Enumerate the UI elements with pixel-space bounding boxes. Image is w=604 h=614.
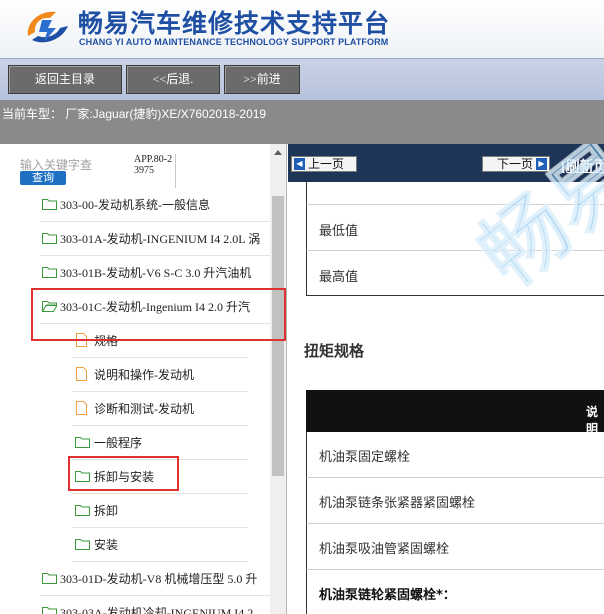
tree-item[interactable]: 拆卸: [0, 494, 270, 528]
prev-page-button[interactable]: ◀ 上一页: [291, 156, 357, 172]
forward-button[interactable]: >>前进: [224, 65, 300, 94]
folder-icon: [42, 199, 57, 210]
tree-item[interactable]: 说明和操作-发动机: [0, 358, 270, 392]
section-title: 扭矩规格: [304, 342, 365, 360]
tree-item[interactable]: 303-01D-发动机-V8 机械增压型 5.0 升: [0, 562, 270, 596]
back-button[interactable]: <<后退.: [126, 65, 220, 94]
spec-label: 最高值: [319, 270, 359, 285]
tree-item[interactable]: 安装: [0, 528, 270, 562]
pager-bar: ◀ 上一页 下一页 ▶ [刷新页: [288, 144, 604, 182]
tree-item[interactable]: 一般程序: [0, 426, 270, 460]
catalog-scrollbar[interactable]: [270, 144, 286, 614]
folder-icon: [42, 607, 57, 614]
tree-item-label: 拆卸: [94, 504, 119, 518]
tree-item-label: 303-01A-发动机-INGENIUM I4 2.0L 涡: [60, 232, 261, 246]
platform-title: 畅易汽车维修技术支持平台: [78, 9, 391, 38]
document-icon: [76, 401, 87, 415]
highlight-box: [68, 456, 179, 491]
cy-logo-icon: [27, 11, 68, 43]
catalog-tree: 303-00-发动机系统-一般信息 303-01A-发动机-INGENIUM I…: [0, 188, 270, 614]
table-cell: 机油泵固定螺栓: [319, 450, 411, 465]
tree-item-label: 303-01B-发动机-V6 S-C 3.0 升汽油机: [60, 266, 252, 280]
folder-icon: [75, 505, 90, 516]
tree-item[interactable]: 诊断和测试-发动机: [0, 392, 270, 426]
platform-subtitle: CHANG YI AUTO MAINTENANCE TECHNOLOGY SUP…: [79, 37, 389, 47]
tree-item-label: 安装: [94, 538, 119, 552]
prev-page-label: 上一页: [308, 157, 345, 171]
tree-item-label: 303-03A-发动机冷却-INGENIUM I4 2: [60, 606, 254, 614]
tree-item[interactable]: 303-01B-发动机-V6 S-C 3.0 升汽油机: [0, 256, 270, 290]
spec-row: 最低值: [306, 204, 604, 250]
arrow-right-icon: ▶: [536, 158, 547, 170]
spec-row: [306, 182, 604, 204]
highlight-box: [31, 288, 286, 341]
document-content: 最低值 最高值 扭矩规格 说明 机油泵固定螺栓 机油泵链条张紧器紧固螺栓 机油泵…: [288, 144, 604, 614]
folder-icon: [75, 539, 90, 550]
folder-icon: [42, 267, 57, 278]
table-cell: 机油泵链条张紧器紧固螺栓: [319, 496, 476, 511]
folder-icon: [42, 573, 57, 584]
tree-item-label: 一般程序: [94, 436, 143, 450]
next-page-label: 下一页: [497, 157, 534, 171]
tree-item[interactable]: 303-03A-发动机冷却-INGENIUM I4 2: [0, 596, 270, 614]
scroll-up-arrow-icon[interactable]: [274, 150, 282, 155]
table-row: 机油泵吸油管紧固螺栓: [306, 524, 604, 570]
document-icon: [76, 367, 87, 381]
table-cell: 机油泵吸油管紧固螺栓: [319, 542, 450, 557]
table-row: 机油泵固定螺栓: [306, 432, 604, 478]
tree-item-label: 诊断和测试-发动机: [94, 402, 194, 416]
tree-item-label: 303-00-发动机系统-一般信息: [60, 198, 210, 212]
content-panel: ◀ 上一页 下一页 ▶ [刷新页 最低值 最高值 扭矩规格 说明 机油泵固定螺栓…: [288, 144, 604, 614]
tree-item-label: 说明和操作-发动机: [94, 368, 194, 382]
folder-icon: [42, 233, 57, 244]
table-row: 机油泵链轮紧固螺栓*：: [306, 570, 604, 614]
tree-item[interactable]: 303-00-发动机系统-一般信息: [0, 188, 270, 222]
refresh-page-link[interactable]: [刷新页: [561, 156, 604, 176]
return-home-button[interactable]: 返回主目录: [8, 65, 122, 94]
table-row: 机油泵链条张紧器紧固螺栓: [306, 478, 604, 524]
spec-label: 最低值: [319, 224, 359, 239]
torque-table-header: 说明: [306, 390, 604, 436]
main-toolbar: 返回主目录 <<后退. >>前进: [0, 58, 604, 100]
next-page-button[interactable]: 下一页 ▶: [482, 156, 550, 172]
table-cell: 机油泵链轮紧固螺栓*：: [319, 588, 456, 603]
catalog-panel: 输入关键字查 查询 APP.80-23975 303-00-发动机系统-一般信息…: [0, 144, 287, 614]
arrow-left-icon: ◀: [294, 158, 305, 170]
tree-item-label: 303-01D-发动机-V8 机械增压型 5.0 升: [60, 572, 258, 586]
current-vehicle-label: 当前车型： 厂家:Jaguar(捷豹)XE/X7602018-2019: [2, 107, 267, 121]
current-vehicle-bar: 当前车型： 厂家:Jaguar(捷豹)XE/X7602018-2019: [0, 100, 604, 144]
app-header: 畅易汽车维修技术支持平台 CHANG YI AUTO MAINTENANCE T…: [0, 0, 604, 58]
app-code-label: APP.80-23975: [134, 154, 176, 188]
folder-icon: [75, 437, 90, 448]
spec-row: 最高值: [306, 250, 604, 296]
search-button[interactable]: 查询: [20, 171, 66, 185]
tree-item[interactable]: 303-01A-发动机-INGENIUM I4 2.0L 涡: [0, 222, 270, 256]
